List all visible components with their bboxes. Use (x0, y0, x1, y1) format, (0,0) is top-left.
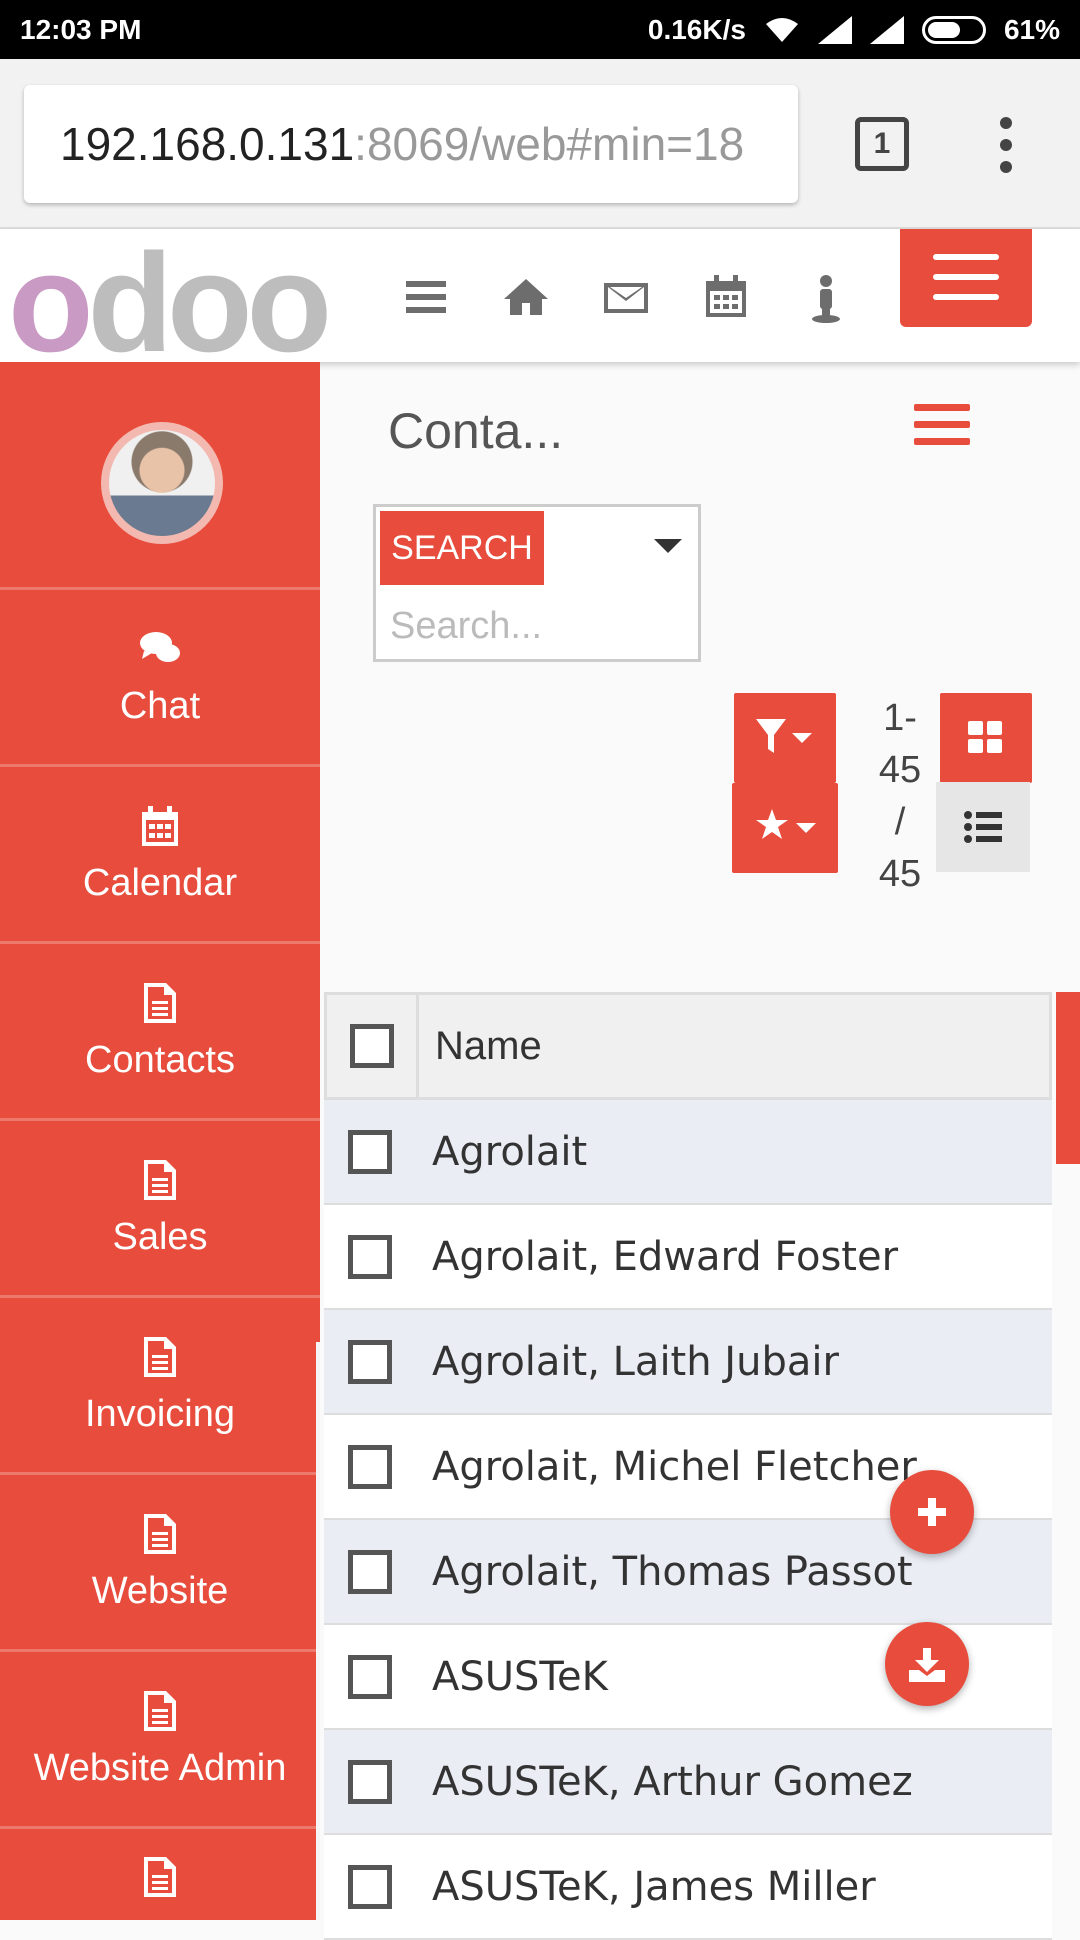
table-row[interactable]: ASUSTeK, James Miller (324, 1835, 1052, 1940)
pager-total: 45 (878, 853, 922, 895)
contacts-table: Name Agrolait Agrolait, Edward Foster Ag… (324, 992, 1052, 1940)
pager-range-end: 45 (878, 749, 922, 791)
pager-separator: / (894, 801, 906, 843)
tab-switcher-button[interactable]: 1 (855, 117, 909, 171)
sidebar-item-label: Sales (112, 1215, 208, 1258)
pager-range-start: 1- (883, 697, 917, 739)
row-checkbox[interactable] (348, 1339, 392, 1384)
row-checkbox[interactable] (348, 1654, 392, 1699)
search-box: SEARCH (373, 504, 701, 662)
filter-icon (756, 719, 812, 753)
select-all-checkbox[interactable] (349, 1024, 394, 1068)
document-icon (144, 1336, 176, 1377)
document-icon (144, 1159, 176, 1200)
kanban-view-button[interactable] (940, 693, 1032, 783)
row-name: ASUSTeK (432, 1653, 608, 1700)
app-header: odoo (0, 229, 1080, 373)
row-name: ASUSTeK, Arthur Gomez (432, 1758, 913, 1805)
list-icon (964, 811, 1002, 843)
table-row[interactable]: Agrolait, Edward Foster (324, 1205, 1052, 1310)
document-icon (144, 1513, 176, 1554)
odoo-logo[interactable]: odoo (8, 233, 332, 373)
grid-icon (968, 721, 1002, 753)
column-header-name[interactable]: Name (419, 1024, 542, 1069)
battery-icon (921, 16, 986, 44)
star-icon (756, 809, 816, 839)
sidebar-item-label: Chat (119, 684, 201, 727)
sidebar-nav: Chat Calendar Contacts Sales Invoicing W… (0, 587, 320, 1920)
search-button[interactable]: SEARCH (380, 511, 544, 585)
network-speed: 0.16K/s (647, 14, 746, 45)
download-icon (909, 1648, 945, 1682)
favorites-button[interactable] (732, 783, 838, 873)
table-row[interactable]: ASUSTeK, Arthur Gomez (324, 1730, 1052, 1835)
sidebar-item-more[interactable] (0, 1826, 320, 1920)
sidebar-item-label: Calendar (82, 861, 238, 904)
document-icon (144, 982, 176, 1023)
mail-icon[interactable] (596, 267, 656, 327)
filter-button[interactable] (734, 693, 836, 783)
table-row[interactable]: Agrolait, Laith Jubair (324, 1310, 1052, 1415)
document-icon (144, 1857, 176, 1897)
table-header: Name (324, 992, 1052, 1100)
control-panel-menu-icon[interactable] (914, 404, 970, 450)
chat-icon (140, 631, 180, 662)
battery-percent: 61% (1003, 14, 1060, 45)
row-name: Agrolait, Laith Jubair (432, 1338, 839, 1385)
create-record-button[interactable] (890, 1470, 974, 1554)
signal-icon-2 (869, 16, 904, 44)
signal-icon (817, 16, 852, 44)
sidebar-item-label: Website Admin (33, 1746, 287, 1789)
scrollbar-thumb[interactable] (1056, 992, 1080, 1164)
sidebar-item-website-admin[interactable]: Website Admin (0, 1649, 320, 1826)
row-checkbox[interactable] (348, 1864, 392, 1909)
sidebar-item-invoicing[interactable]: Invoicing (0, 1295, 320, 1472)
page-title: Conta... (388, 403, 564, 459)
avatar[interactable] (101, 422, 223, 544)
row-name: Agrolait, Thomas Passot (432, 1548, 913, 1595)
sidebar-item-website[interactable]: Website (0, 1472, 320, 1649)
document-icon (144, 1690, 176, 1731)
main-menu-button[interactable] (900, 229, 1032, 327)
row-checkbox[interactable] (348, 1444, 392, 1489)
pager[interactable]: 1- 45 / 45 (868, 692, 932, 900)
calendar-icon (142, 805, 178, 846)
main-content: Conta... SEARCH 1- 45 / 45 Name Agrolait… (320, 362, 1080, 1940)
sidebar-item-contacts[interactable]: Contacts (0, 941, 320, 1118)
row-checkbox[interactable] (348, 1234, 392, 1279)
url-bar[interactable]: 192.168.0.131:8069/web#min=18 (24, 85, 798, 203)
row-checkbox[interactable] (348, 1549, 392, 1594)
status-bar: 12:03 PM 0.16K/s 61% (0, 0, 1080, 59)
row-name: Agrolait, Michel Fletcher (432, 1443, 917, 1490)
sidebar-item-calendar[interactable]: Calendar (0, 764, 320, 941)
calendar-icon[interactable] (696, 267, 756, 327)
browser-menu-icon[interactable] (996, 117, 1016, 173)
row-name: Agrolait, Edward Foster (432, 1233, 899, 1280)
search-dropdown-icon[interactable] (654, 539, 682, 553)
browser-toolbar: 192.168.0.131:8069/web#min=18 1 (0, 59, 1080, 229)
list-view-button[interactable] (936, 782, 1030, 872)
status-time: 12:03 PM (20, 14, 142, 45)
table-row[interactable]: Agrolait (324, 1100, 1052, 1205)
wifi-icon (765, 18, 798, 42)
search-input[interactable] (382, 599, 692, 653)
url-host: 192.168.0.131 (60, 118, 355, 170)
row-name: ASUSTeK, James Miller (432, 1863, 876, 1910)
sidebar: Chat Calendar Contacts Sales Invoicing W… (0, 362, 320, 1920)
plus-icon (918, 1498, 946, 1526)
row-name: Agrolait (432, 1128, 588, 1175)
status-right: 0.16K/s 61% (648, 14, 1060, 46)
home-icon[interactable] (496, 267, 556, 327)
export-download-button[interactable] (885, 1622, 969, 1706)
sidebar-item-label: Website (91, 1569, 229, 1612)
sidebar-item-label: Invoicing (85, 1392, 235, 1435)
sidebar-item-chat[interactable]: Chat (0, 587, 320, 764)
url-path: :8069/web#min=18 (354, 118, 745, 170)
sidebar-item-label: Contacts (85, 1038, 235, 1081)
row-checkbox[interactable] (348, 1759, 392, 1804)
sidebar-item-sales[interactable]: Sales (0, 1118, 320, 1295)
menu-icon[interactable] (396, 267, 456, 327)
user-icon[interactable] (796, 267, 856, 327)
row-checkbox[interactable] (348, 1129, 392, 1174)
